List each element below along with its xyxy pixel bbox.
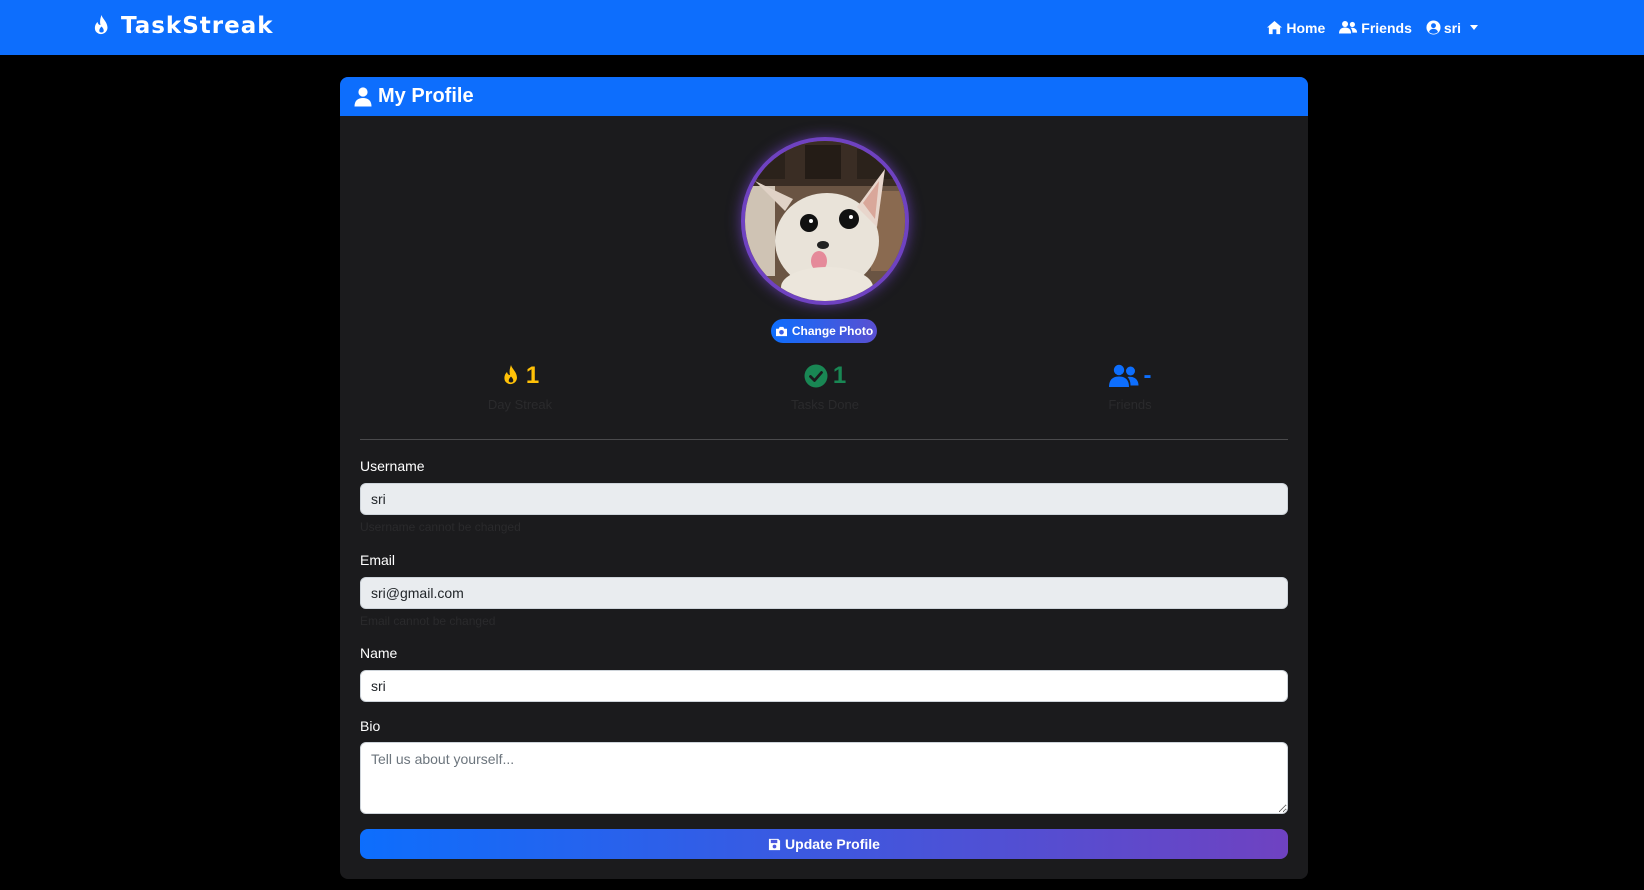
stat-tasks-done-value-row: 1 <box>745 359 905 393</box>
page-title: My Profile <box>378 85 474 107</box>
bio-textarea[interactable] <box>360 742 1288 814</box>
stat-friends-value-row: - <box>1050 359 1210 393</box>
email-help-text: Email cannot be changed <box>360 614 496 628</box>
fire-icon <box>504 365 517 385</box>
update-profile-label: Update Profile <box>785 836 880 852</box>
username-field[interactable] <box>360 483 1288 515</box>
update-profile-button[interactable]: Update Profile <box>360 829 1288 859</box>
brand-name: TaskStreak <box>121 13 274 39</box>
stat-day-streak-value-row: 1 <box>440 359 600 393</box>
fire-icon <box>94 15 108 35</box>
stat-day-streak-value: 1 <box>525 362 540 389</box>
stat-tasks-done-value: 1 <box>832 362 847 389</box>
nav-user-label: sri <box>1443 19 1461 36</box>
stat-day-streak-label: Day Streak <box>487 397 553 412</box>
user-circle-icon <box>1426 20 1441 35</box>
user-icon <box>354 86 372 106</box>
divider <box>360 439 1288 440</box>
stat-friends-label: Friends <box>1108 397 1152 412</box>
stat-friends-value: - <box>1143 362 1152 389</box>
camera-icon <box>775 326 787 336</box>
stat-tasks-done: 1 Tasks Done <box>745 359 905 412</box>
nav-friends-link[interactable]: Friends <box>1339 20 1412 36</box>
email-label: Email <box>360 552 396 568</box>
users-icon <box>1108 364 1138 387</box>
username-label: Username <box>360 458 425 474</box>
stats-row: 1 Day Streak 1 Tasks Done - Friends <box>360 359 1288 429</box>
chevron-down-icon <box>1470 25 1478 30</box>
change-photo-button[interactable]: Change Photo <box>771 319 877 343</box>
stat-friends: - Friends <box>1050 359 1210 412</box>
avatar-image <box>745 141 905 301</box>
nav-home-link[interactable]: Home <box>1266 20 1325 36</box>
avatar <box>741 137 909 305</box>
users-icon <box>1339 21 1358 34</box>
name-label: Name <box>360 645 398 661</box>
name-field[interactable] <box>360 670 1288 702</box>
nav-links: Home Friends sri <box>1266 0 1478 55</box>
change-photo-label: Change Photo <box>791 324 874 338</box>
brand[interactable]: TaskStreak <box>91 13 274 39</box>
house-icon <box>1267 20 1283 35</box>
card-header: My Profile <box>340 77 1308 116</box>
check-circle-icon <box>804 364 828 388</box>
stat-tasks-done-label: Tasks Done <box>791 397 859 412</box>
nav-friends-label: Friends <box>1361 19 1412 36</box>
stat-day-streak: 1 Day Streak <box>440 359 600 412</box>
email-field[interactable] <box>360 577 1288 609</box>
username-help-text: Username cannot be changed <box>360 520 521 534</box>
nav-home-label: Home <box>1286 19 1326 36</box>
top-navbar: TaskStreak Home Friends sri <box>0 0 1644 55</box>
bio-label: Bio <box>360 718 381 734</box>
profile-card: My Profile Change Photo 1 Day Streak 1 T… <box>340 77 1308 879</box>
nav-user-dropdown[interactable]: sri <box>1426 20 1478 36</box>
floppy-disk-icon <box>768 838 781 850</box>
